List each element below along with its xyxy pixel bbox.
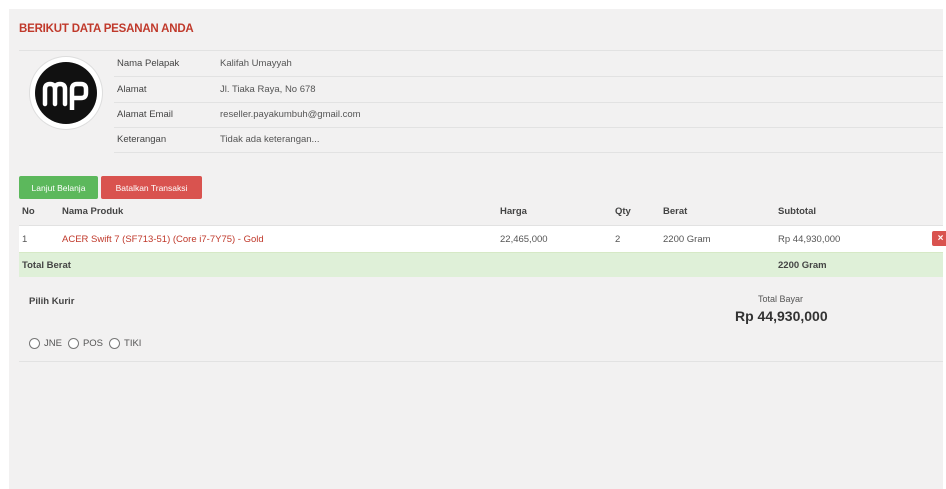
column-header-qty: Qty xyxy=(615,206,631,217)
courier-option-jne[interactable]: JNE xyxy=(29,338,62,349)
row-number: 1 xyxy=(22,234,28,245)
info-value: Kalifah Umayyah xyxy=(220,58,292,69)
page-title: BERIKUT DATA PESANAN ANDA xyxy=(19,23,194,35)
courier-option-label: TIKI xyxy=(124,338,142,349)
product-name[interactable]: ACER Swift 7 (SF713-51) (Core i7-7Y75) -… xyxy=(62,234,264,245)
product-subtotal: Rp 44,930,000 xyxy=(778,234,841,245)
info-value: Tidak ada keterangan... xyxy=(220,134,320,145)
product-price: 22,465,000 xyxy=(500,234,548,245)
store-logo xyxy=(30,57,102,129)
product-qty: 2 xyxy=(615,234,621,245)
courier-option-label: POS xyxy=(82,338,104,349)
info-row-address: Alamat Jl. Tiaka Raya, No 678 xyxy=(114,77,943,103)
divider xyxy=(19,361,943,362)
info-label: Nama Pelapak xyxy=(117,58,180,69)
total-weight-value: 2200 Gram xyxy=(778,260,827,271)
total-weight-row: Total Berat 2200 Gram xyxy=(19,252,943,277)
delete-item-icon[interactable]: × xyxy=(932,231,946,246)
info-value: reseller.payakumbuh@gmail.com xyxy=(220,109,361,120)
total-weight-label: Total Berat xyxy=(22,260,71,271)
continue-shopping-button[interactable]: Lanjut Belanja xyxy=(19,176,98,199)
column-header-product: Nama Produk xyxy=(62,206,124,217)
info-label: Alamat Email xyxy=(117,109,173,120)
column-header-subtotal: Subtotal xyxy=(778,206,816,217)
radio-icon[interactable] xyxy=(67,338,79,349)
order-panel: BERIKUT DATA PESANAN ANDA Nama Pelapak K… xyxy=(9,9,946,489)
courier-option-pos[interactable]: POS xyxy=(67,338,104,349)
product-weight: 2200 Gram xyxy=(663,234,711,245)
column-header-weight: Berat xyxy=(663,206,688,217)
mp-logo-icon xyxy=(42,81,89,110)
info-row-seller: Nama Pelapak Kalifah Umayyah xyxy=(114,51,943,77)
radio-icon[interactable] xyxy=(29,338,40,349)
courier-option-tiki[interactable]: TIKI xyxy=(109,338,141,349)
total-payment-value: Rp 44,930,000 xyxy=(735,308,828,324)
courier-options: JNE POS TIKI xyxy=(29,338,147,349)
logo-mark xyxy=(35,62,97,124)
total-payment-label: Total Bayar xyxy=(758,294,804,304)
info-row-notes: Keterangan Tidak ada keterangan... xyxy=(114,127,943,153)
radio-icon[interactable] xyxy=(109,338,121,349)
info-label: Alamat xyxy=(117,84,147,95)
info-row-email: Alamat Email reseller.payakumbuh@gmail.c… xyxy=(114,102,943,128)
info-value: Jl. Tiaka Raya, No 678 xyxy=(220,84,316,95)
info-label: Keterangan xyxy=(117,134,167,145)
cancel-transaction-button[interactable]: Batalkan Transaksi xyxy=(101,176,202,199)
column-header-price: Harga xyxy=(500,206,527,217)
courier-label: Pilih Kurir xyxy=(29,296,75,307)
courier-option-label: JNE xyxy=(44,338,62,349)
table-row: 1 ACER Swift 7 (SF713-51) (Core i7-7Y75)… xyxy=(19,225,946,252)
column-header-no: No xyxy=(22,206,35,217)
